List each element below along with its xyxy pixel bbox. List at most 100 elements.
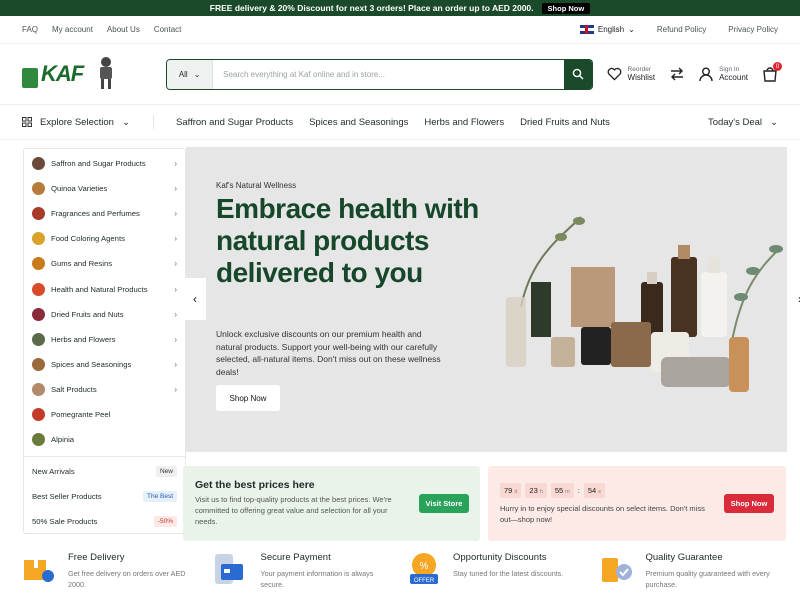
feature-discounts: % OFFER Opportunity Discounts Stay tuned…: [407, 552, 600, 590]
todays-deal-button[interactable]: Today's Deal ⌄: [708, 117, 778, 128]
sidebar-category-item[interactable]: Salt Products ›: [24, 377, 185, 402]
category-thumbnail-icon: [32, 157, 45, 171]
features-row: Free Delivery Get free delivery on order…: [22, 552, 792, 590]
promo-shop-button[interactable]: Shop Now: [541, 2, 591, 14]
sidebar-category-item[interactable]: Health and Natural Products ›: [24, 276, 185, 301]
search-category-label: All: [178, 69, 188, 79]
todays-deal-label: Today's Deal: [707, 116, 763, 128]
search-icon: [572, 68, 584, 80]
chevron-down-icon: ⌄: [770, 116, 778, 128]
best-prices-promo: Get the best prices here Visit us to fin…: [183, 466, 480, 541]
account-button[interactable]: Sign In Account: [699, 66, 748, 82]
my-account-link[interactable]: My account: [52, 25, 93, 34]
contact-link[interactable]: Contact: [154, 25, 182, 34]
sidebar-category-item[interactable]: Dried Fruits and Nuts ›: [24, 302, 185, 327]
countdown-description: Hurry in to enjoy special discounts on s…: [500, 504, 705, 524]
about-us-link[interactable]: About Us: [107, 25, 140, 34]
best-prices-title: Get the best prices here: [195, 479, 315, 491]
sidebar-category-item[interactable]: Alpinia: [24, 427, 185, 452]
best-prices-description: Visit us to find top-quality products at…: [195, 495, 392, 526]
category-thumbnail-icon: [32, 407, 45, 421]
sidebar-category-item[interactable]: Spices and Seasonings ›: [24, 352, 185, 377]
sidebar-category-label: Dried Fruits and Nuts: [51, 309, 124, 319]
feature-secure-payment: Secure Payment Your payment information …: [214, 552, 408, 590]
faq-link[interactable]: FAQ: [22, 25, 38, 34]
sidebar-category-item[interactable]: Herbs and Flowers ›: [24, 327, 185, 352]
chevron-right-icon: ›: [174, 184, 177, 194]
top-bar: FAQ My account About Us Contact English …: [0, 16, 800, 44]
feature-quality: Quality Guarantee Premium quality guaran…: [600, 552, 793, 590]
sidebar-category-label: Saffron and Sugar Products: [51, 159, 146, 169]
nav-link-herbs[interactable]: Herbs and Flowers: [424, 117, 504, 128]
wishlist-button[interactable]: Reorder Wishlist: [607, 66, 655, 82]
chevron-right-icon: ›: [174, 234, 177, 244]
hero-banner: Kaf's Natural Wellness Embrace health wi…: [184, 147, 800, 452]
hero-prev-button[interactable]: ‹: [184, 278, 206, 320]
sidebar-special-item[interactable]: Best Seller Products The Best: [24, 484, 185, 509]
countdown-shop-now-button[interactable]: Shop Now: [724, 494, 774, 513]
feature-description: Get free delivery on orders over AED 200…: [68, 569, 186, 589]
feature-title: Opportunity Discounts: [453, 552, 547, 563]
svg-text:OFFER: OFFER: [414, 578, 435, 584]
sidebar-category-item[interactable]: Quinoa Varieties ›: [24, 176, 185, 201]
category-nav: Explore Selection ⌄ Saffron and Sugar Pr…: [0, 104, 800, 140]
compare-button[interactable]: [669, 67, 685, 81]
chevron-right-icon: ›: [174, 209, 177, 219]
hero-next-button[interactable]: ›: [789, 278, 800, 320]
sidebar-special-label: Best Seller Products: [32, 492, 102, 502]
sidebar-category-item[interactable]: Pomegrante Peel: [24, 402, 185, 427]
sidebar-category-item[interactable]: Fragrances and Perfumes ›: [24, 201, 185, 226]
cart-button[interactable]: 0: [762, 62, 782, 82]
category-thumbnail-icon: [32, 307, 45, 321]
hero-shop-now-button[interactable]: Shop Now: [216, 385, 280, 411]
category-thumbnail-icon: [32, 433, 45, 447]
quality-badge-icon: [601, 558, 632, 582]
category-sidebar: Saffron and Sugar Products › Quinoa Variet…: [23, 148, 186, 534]
feature-description: Your payment information is always secur…: [260, 569, 374, 589]
sidebar-category-label: Quinoa Varieties: [51, 184, 108, 194]
chevron-down-icon: ⌄: [121, 116, 130, 128]
privacy-policy-link[interactable]: Privacy Policy: [728, 25, 778, 34]
uk-flag-icon: [579, 25, 594, 34]
sidebar-special-item[interactable]: 50% Sale Products -50%: [24, 509, 185, 534]
nav-link-spices[interactable]: Spices and Seasonings: [309, 117, 408, 128]
sidebar-category-label: Salt Products: [51, 384, 97, 394]
hero-title: Embrace health with natural products del…: [216, 193, 479, 288]
language-label: English: [597, 25, 625, 34]
sidebar-category-item[interactable]: Gums and Resins ›: [24, 251, 185, 276]
grid-icon: [22, 117, 32, 127]
feature-free-delivery: Free Delivery Get free delivery on order…: [22, 552, 215, 590]
language-selector[interactable]: English ⌄: [579, 25, 635, 34]
chevron-left-icon: ‹: [193, 292, 197, 306]
kaf-logo[interactable]: KAF: [22, 54, 128, 94]
explore-selection-label: Explore Selection: [40, 116, 114, 128]
shopping-bag-logo-icon: [22, 68, 38, 88]
search-input[interactable]: [213, 59, 564, 89]
account-label: Account: [719, 73, 748, 82]
search-category-select[interactable]: All ⌄: [167, 59, 214, 89]
compare-arrows-icon: [671, 67, 684, 81]
feature-title: Quality Guarantee: [645, 552, 723, 563]
search-button[interactable]: [563, 59, 592, 89]
explore-selection-button[interactable]: Explore Selection ⌄: [22, 115, 154, 129]
nav-link-saffron[interactable]: Saffron and Sugar Products: [176, 117, 293, 128]
chevron-right-icon: ›: [174, 284, 177, 294]
sidebar-tag-badge: -50%: [153, 516, 177, 528]
main-header: KAF All ⌄ Reorder Wishlist: [0, 44, 800, 104]
sidebar-category-label: Alpinia: [51, 435, 75, 445]
hero-eyebrow: Kaf's Natural Wellness: [216, 181, 297, 190]
feature-title: Secure Payment: [260, 552, 331, 563]
nav-link-dried-fruits[interactable]: Dried Fruits and Nuts: [520, 117, 610, 128]
sidebar-category-item[interactable]: Food Coloring Agents ›: [24, 226, 185, 251]
reorder-label: Reorder: [627, 66, 652, 73]
sidebar-category-label: Food Coloring Agents: [51, 234, 125, 244]
visit-store-button[interactable]: Visit Store: [419, 494, 469, 513]
sidebar-category-label: Health and Natural Products: [51, 284, 148, 294]
refund-policy-link[interactable]: Refund Policy: [657, 25, 706, 34]
chevron-right-icon: ›: [174, 309, 177, 319]
timer-seconds: 54 s: [583, 483, 605, 498]
sidebar-category-item[interactable]: Saffron and Sugar Products ›: [24, 151, 185, 176]
sidebar-special-item[interactable]: New Arrivals New: [24, 459, 185, 484]
timer-days: 79 d: [500, 483, 522, 498]
logo-wordmark: KAF: [41, 61, 84, 86]
